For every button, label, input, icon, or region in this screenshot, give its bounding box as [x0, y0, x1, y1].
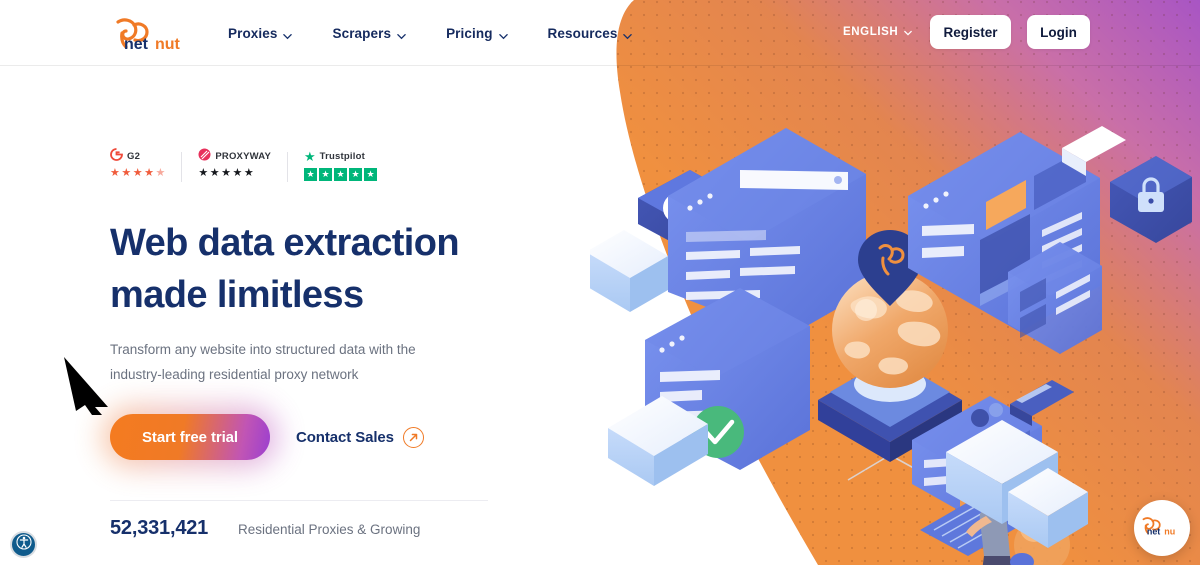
- hero-content: G2 ★ ★ ★ ★ ★ PROXYWAY ★ ★ ★ ★ ★ ★ Trustp…: [102, 147, 488, 540]
- proxyway-rating-stars: ★ ★ ★ ★ ★: [198, 167, 254, 179]
- badge-divider: [287, 152, 289, 182]
- svg-text:net: net: [1147, 526, 1160, 536]
- register-label: Register: [943, 24, 998, 40]
- chevron-down-icon: [904, 28, 913, 37]
- proxyway-logo-icon: [198, 148, 211, 166]
- stats-row: 52,331,421 Residential Proxies & Growing: [110, 517, 488, 540]
- chevron-down-icon: [397, 29, 406, 39]
- main-navigation: Proxies Scrapers Pricing Resources: [228, 0, 633, 66]
- chat-widget-button[interactable]: net nu: [1134, 500, 1190, 556]
- header-divider: [0, 65, 1200, 66]
- logo-text-nut: nut: [155, 36, 181, 52]
- badge-g2[interactable]: G2 ★ ★ ★ ★ ★: [110, 147, 166, 179]
- nav-label-pricing: Pricing: [446, 25, 493, 41]
- login-button[interactable]: Login: [1027, 15, 1090, 49]
- netnut-chat-logo-icon: net nu: [1139, 511, 1185, 546]
- black-cursor-arrow-icon: [62, 355, 122, 422]
- nav-label-scrapers: Scrapers: [332, 25, 392, 41]
- svg-text:nu: nu: [1164, 526, 1175, 536]
- g2-logo-icon: [110, 147, 123, 166]
- language-label: ENGLISH: [843, 26, 899, 38]
- nav-item-pricing[interactable]: Pricing: [446, 25, 508, 41]
- chevron-down-icon: [623, 29, 633, 39]
- badge-divider: [181, 152, 183, 182]
- netnut-logo[interactable]: net nut: [110, 16, 192, 53]
- nav-item-scrapers[interactable]: Scrapers: [332, 26, 406, 41]
- login-label: Login: [1040, 24, 1077, 40]
- review-badges: G2 ★ ★ ★ ★ ★ PROXYWAY ★ ★ ★ ★ ★ ★ Trustp…: [110, 147, 488, 190]
- stat-label: Residential Proxies & Growing: [238, 522, 421, 537]
- headline-line-1: Web data extraction: [110, 222, 460, 264]
- badge-trustpilot[interactable]: ★ Trustpilot ★ ★ ★ ★ ★: [304, 149, 378, 181]
- page-title: Web data extraction made limitless: [110, 217, 488, 321]
- hero-illustration: [590, 0, 1200, 565]
- site-header: net nut Proxies Scrapers Pricing Resourc…: [0, 0, 1200, 66]
- cta-row: Start free trial Contact Sales: [102, 406, 488, 468]
- contact-sales-link[interactable]: Contact Sales: [296, 426, 424, 448]
- badge-proxyway[interactable]: PROXYWAY ★ ★ ★ ★ ★: [198, 148, 272, 179]
- start-free-trial-label: Start free trial: [142, 428, 238, 446]
- nav-item-resources[interactable]: Resources: [548, 26, 633, 41]
- badge-name-g2: G2: [127, 151, 141, 162]
- start-free-trial-button[interactable]: Start free trial: [110, 414, 270, 460]
- trustpilot-rating-boxes: ★ ★ ★ ★ ★: [304, 168, 378, 181]
- badge-name-proxyway: PROXYWAY: [215, 151, 272, 162]
- stats-divider: [110, 500, 488, 501]
- chevron-down-icon: [283, 29, 293, 39]
- chevron-down-icon: [498, 29, 508, 39]
- nav-label-proxies: Proxies: [228, 25, 278, 41]
- accessibility-person-icon: [15, 534, 32, 555]
- language-selector[interactable]: ENGLISH: [843, 26, 913, 38]
- register-button[interactable]: Register: [930, 15, 1011, 49]
- trustpilot-star-icon: ★: [304, 149, 316, 164]
- nav-label-resources: Resources: [547, 25, 618, 41]
- arrow-up-right-circle-icon: [402, 426, 424, 448]
- headline-line-2: made limitless: [110, 274, 364, 316]
- badge-name-trustpilot: Trustpilot: [319, 151, 365, 162]
- nav-item-proxies[interactable]: Proxies: [228, 25, 293, 41]
- stat-value: 52,331,421: [110, 517, 209, 539]
- g2-rating-stars: ★ ★ ★ ★ ★: [110, 167, 166, 179]
- logo-text-net: net: [124, 36, 149, 52]
- contact-sales-label: Contact Sales: [296, 428, 394, 446]
- hero-subtext: Transform any website into structured da…: [110, 342, 416, 382]
- accessibility-widget-button[interactable]: [10, 531, 37, 558]
